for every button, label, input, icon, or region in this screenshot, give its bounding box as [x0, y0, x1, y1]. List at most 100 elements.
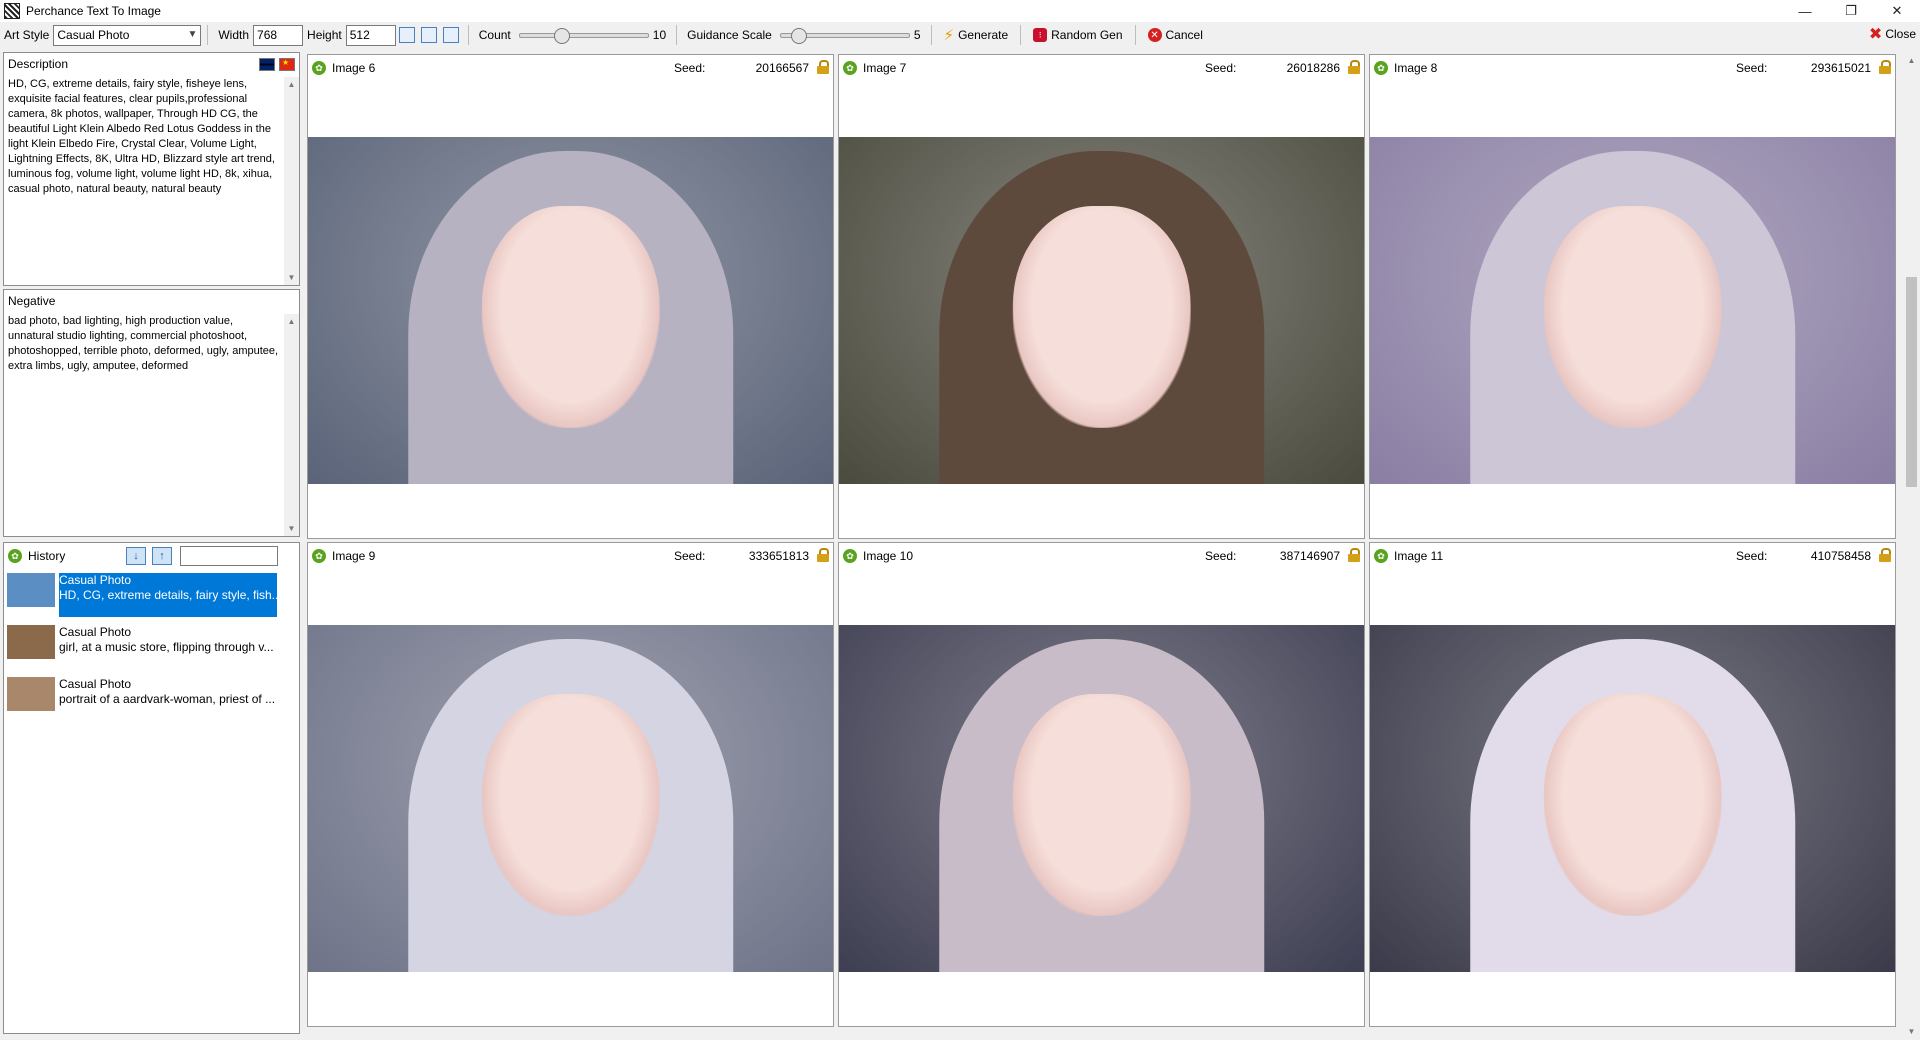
seed-value: 410758458	[1810, 549, 1871, 563]
negative-scrollbar[interactable]: ▲ ▼	[284, 314, 299, 536]
seed-label: Seed:	[1736, 61, 1768, 75]
generated-image[interactable]	[308, 625, 833, 972]
sort-descending-icon[interactable]: ↓	[126, 547, 146, 565]
restore-button[interactable]: ❐	[1828, 0, 1874, 22]
count-slider[interactable]	[518, 25, 649, 45]
count-value: 10	[652, 28, 667, 42]
random-gen-button[interactable]: ⁝ Random Gen	[1027, 24, 1128, 46]
history-item[interactable]: Casual Photo girl, at a music store, fli…	[4, 621, 299, 673]
generated-image[interactable]	[1370, 137, 1895, 484]
negative-panel: Negative bad photo, bad lighting, high p…	[3, 289, 300, 537]
generated-image[interactable]	[308, 137, 833, 484]
seed-value: 293615021	[1810, 61, 1871, 75]
lock-icon[interactable]	[1879, 60, 1891, 74]
art-style-select[interactable]: Casual Photo ▼	[53, 24, 202, 46]
chinese-flag-icon[interactable]	[279, 57, 295, 71]
landscape-aspect-icon[interactable]	[420, 27, 437, 43]
history-thumbnail	[7, 625, 55, 659]
description-title: Description	[8, 57, 69, 71]
portrait-aspect-icon[interactable]	[398, 27, 415, 43]
scrollbar-thumb[interactable]	[1906, 277, 1917, 487]
guidance-slider-thumb[interactable]	[791, 28, 808, 44]
scroll-down-icon[interactable]: ▼	[284, 521, 299, 536]
history-header: ✿ History ↓ ↑	[4, 543, 299, 569]
square-aspect-icon[interactable]	[442, 27, 459, 43]
image-card[interactable]: ✿ Image 6 Seed: 20166567	[307, 54, 834, 539]
image-face	[481, 206, 660, 429]
sort-ascending-icon[interactable]: ↑	[152, 547, 172, 565]
count-slider-track	[518, 33, 649, 38]
history-item-text: Casual Photo HD, CG, extreme details, fa…	[59, 573, 277, 617]
lock-icon[interactable]	[1879, 548, 1891, 562]
english-flag-icon[interactable]	[259, 57, 275, 71]
image-card-header: ✿ Image 7 Seed: 26018286	[839, 55, 1364, 81]
lock-icon[interactable]	[817, 60, 829, 74]
lock-icon[interactable]	[1348, 60, 1360, 74]
minimize-button[interactable]: —	[1782, 0, 1828, 22]
image-title: Image 6	[332, 61, 376, 75]
toolbar: Art Style Casual Photo ▼ Width 768 Heigh…	[0, 22, 1920, 48]
image-grid: ✿ Image 6 Seed: 20166567 ✿ Image 7 Seed:…	[305, 52, 1900, 1040]
seed-value: 387146907	[1279, 549, 1340, 563]
image-card[interactable]: ✿ Image 7 Seed: 26018286	[838, 54, 1365, 539]
description-textarea[interactable]: HD, CG, extreme details, fairy style, fi…	[4, 75, 299, 199]
image-card-header: ✿ Image 11 Seed: 410758458	[1370, 543, 1895, 569]
cancel-button[interactable]: ✕ Cancel	[1142, 24, 1209, 46]
description-scrollbar[interactable]: ▲ ▼	[284, 77, 299, 285]
toolbar-divider	[1134, 25, 1136, 45]
language-flags	[255, 57, 295, 71]
lock-icon[interactable]	[1348, 548, 1360, 562]
close-button[interactable]: ✖ Close	[1869, 24, 1916, 44]
dice-icon: ⁝	[1033, 28, 1048, 42]
seed-label: Seed:	[674, 549, 706, 563]
image-title: Image 7	[863, 61, 907, 75]
generate-label: Generate	[958, 28, 1009, 42]
scroll-up-icon[interactable]: ▲	[1903, 52, 1920, 69]
seed-value: 26018286	[1286, 61, 1340, 75]
leaf-icon: ✿	[8, 549, 22, 563]
title-bar: Perchance Text To Image — ❐ ✕	[0, 0, 1920, 22]
close-label: Close	[1885, 27, 1916, 41]
toolbar-divider	[930, 25, 932, 45]
art-style-label: Art Style	[4, 28, 50, 42]
guidance-slider[interactable]	[779, 25, 910, 45]
image-title: Image 8	[1394, 61, 1438, 75]
cancel-icon: ✕	[1147, 28, 1162, 42]
grid-scrollbar[interactable]: ▲ ▼	[1903, 52, 1920, 1040]
lock-icon[interactable]	[817, 548, 829, 562]
history-item[interactable]: Casual Photo portrait of a aardvark-woma…	[4, 673, 299, 725]
history-search-input[interactable]	[180, 546, 278, 566]
image-face	[1543, 206, 1722, 429]
scroll-down-icon[interactable]: ▼	[1903, 1023, 1920, 1040]
history-item-text: Casual Photo portrait of a aardvark-woma…	[59, 677, 277, 721]
history-item[interactable]: Casual Photo HD, CG, extreme details, fa…	[4, 569, 299, 621]
height-input[interactable]: 512	[345, 24, 396, 46]
count-slider-thumb[interactable]	[553, 28, 570, 44]
image-card-header: ✿ Image 9 Seed: 333651813	[308, 543, 833, 569]
art-style-value: Casual Photo	[57, 28, 130, 42]
generated-image[interactable]	[839, 625, 1364, 972]
image-card[interactable]: ✿ Image 11 Seed: 410758458	[1369, 542, 1896, 1027]
close-window-button[interactable]: ✕	[1874, 0, 1920, 22]
history-item-style: Casual Photo	[59, 625, 132, 639]
generate-button[interactable]: ⚡ Generate	[938, 24, 1015, 46]
width-input[interactable]: 768	[253, 24, 304, 46]
image-face	[481, 694, 660, 917]
generated-image[interactable]	[1370, 625, 1895, 972]
scroll-down-icon[interactable]: ▼	[284, 270, 299, 285]
seed-label: Seed:	[1205, 61, 1237, 75]
seed-label: Seed:	[674, 61, 706, 75]
image-card[interactable]: ✿ Image 9 Seed: 333651813	[307, 542, 834, 1027]
window-title: Perchance Text To Image	[26, 4, 161, 18]
generated-image[interactable]	[839, 137, 1364, 484]
guidance-value: 5	[913, 28, 921, 42]
scroll-up-icon[interactable]: ▲	[284, 314, 299, 329]
history-thumbnail	[7, 677, 55, 711]
negative-textarea[interactable]: bad photo, bad lighting, high production…	[4, 312, 299, 376]
history-item-style: Casual Photo	[59, 573, 132, 587]
scroll-up-icon[interactable]: ▲	[284, 77, 299, 92]
image-card[interactable]: ✿ Image 8 Seed: 293615021	[1369, 54, 1896, 539]
history-title: History	[28, 549, 66, 563]
image-card[interactable]: ✿ Image 10 Seed: 387146907	[838, 542, 1365, 1027]
app-window: Perchance Text To Image — ❐ ✕ Art Style …	[0, 0, 1920, 1040]
